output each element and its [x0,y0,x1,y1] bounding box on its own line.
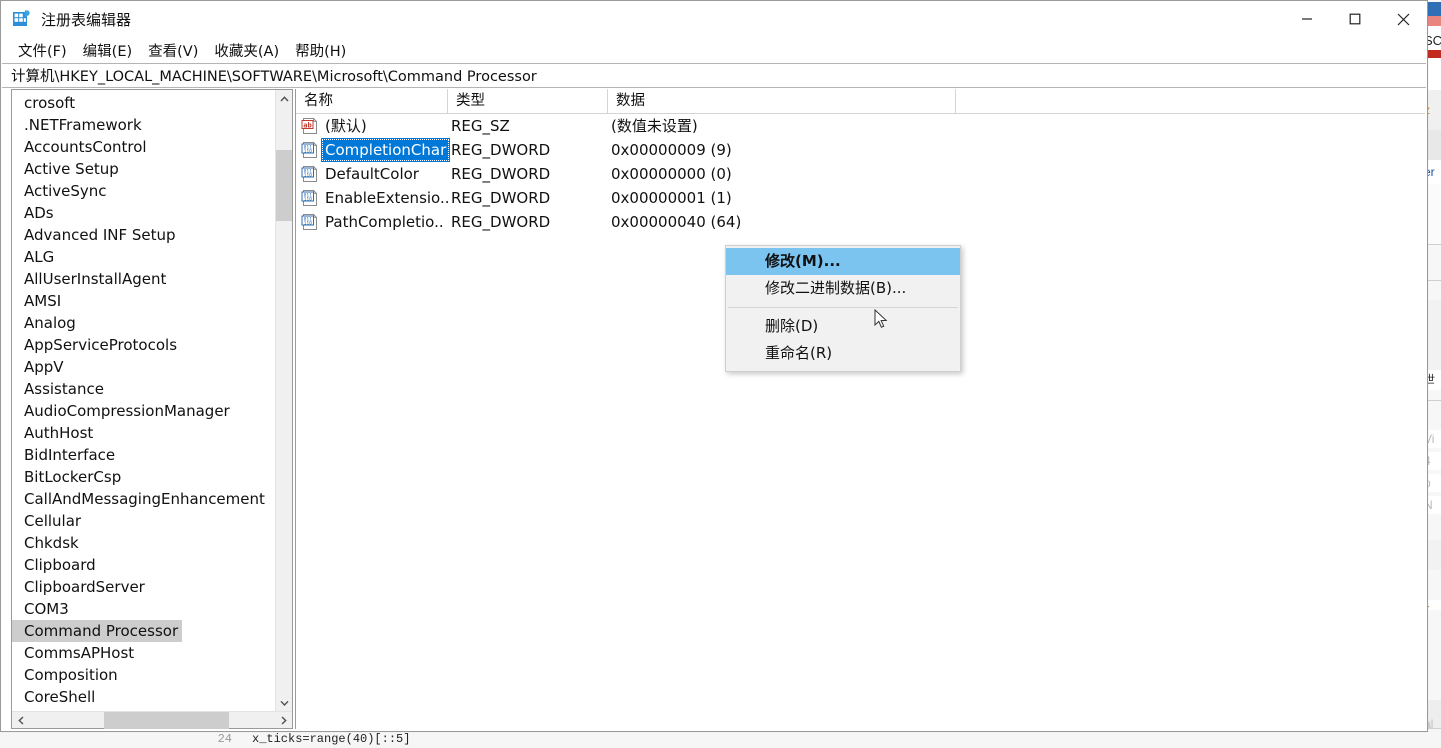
tree-item[interactable]: AppServiceProtocols [12,334,275,356]
context-menu-item[interactable]: 修改(M)... [726,248,960,275]
main-content: crosoft .NETFramework AccountsControl Activ… [1,89,1427,731]
menu-view[interactable]: 查看(V) [140,37,206,64]
value-name: EnableExtensio.. [325,189,450,207]
menu-bar: 文件(F) 编辑(E) 查看(V) 收藏夹(A) 帮助(H) [1,37,1427,63]
svg-text:110: 110 [304,197,313,203]
tree-item[interactable]: AMSI [12,290,275,312]
value-data: 0x00000009 (9) [611,141,732,159]
maximize-button[interactable] [1331,1,1379,37]
tree-item[interactable]: BidInterface [12,444,275,466]
value-type: REG_DWORD [451,141,551,159]
registry-key-list[interactable]: crosoft .NETFramework AccountsControl Activ… [12,90,275,711]
tree-item[interactable]: COM3 [12,598,275,620]
value-name: (默认) [325,117,367,135]
registry-value-row[interactable]: 011 110 PathCompletio.. REG_DWORD 0x000000… [296,210,1425,234]
tree-body: crosoft .NETFramework AccountsControl Activ… [12,90,292,711]
scroll-up-icon[interactable] [276,90,292,107]
dword-value-icon: 011 110 [301,213,319,231]
tree-item[interactable]: Composition [12,664,275,686]
close-button[interactable] [1379,1,1427,37]
dword-value-icon: 011 110 [301,165,319,183]
tree-vertical-scrollbar[interactable] [275,90,292,711]
tree-item[interactable]: Analog [12,312,275,334]
tree-item[interactable]: AppV [12,356,275,378]
tree-horizontal-scrollbar[interactable] [12,711,292,729]
scroll-left-icon[interactable] [12,712,29,729]
column-header-data[interactable]: 数据 [608,89,956,113]
svg-text:ab: ab [303,121,311,129]
tree-item[interactable]: crosoft [12,92,275,114]
tree-item[interactable]: Advanced INF Setup [12,224,275,246]
tree-hscroll-thumb[interactable] [104,712,229,729]
column-header-name[interactable]: 名称 [296,89,448,113]
tree-item[interactable]: CoreShell [12,686,275,708]
context-menu-separator [728,307,958,308]
svg-text:110: 110 [304,149,313,155]
menu-help[interactable]: 帮助(H) [287,37,354,64]
tree-item[interactable]: ADs [12,202,275,224]
registry-key-tree-pane: crosoft .NETFramework AccountsControl Activ… [11,89,293,729]
tree-item[interactable]: ALG [12,246,275,268]
tree-item[interactable]: Command Processor [12,620,183,642]
context-menu-item[interactable]: 重命名(R) [726,340,960,367]
values-column-headers: 名称 类型 数据 [296,89,1425,114]
context-menu-item[interactable]: 删除(D) [726,313,960,340]
string-value-icon: ab [301,117,319,135]
menu-favorites[interactable]: 收藏夹(A) [206,37,287,64]
tree-item[interactable]: AllUserInstallAgent [12,268,275,290]
dword-value-icon: 011 110 [301,141,319,159]
value-data: (数值未设置) [611,117,698,135]
address-bar[interactable]: 计算机\HKEY_LOCAL_MACHINE\SOFTWARE\Microsof… [2,63,1426,88]
tree-item[interactable]: ActiveSync [12,180,275,202]
value-name: DefaultColor [325,165,419,183]
value-data: 0x00000000 (0) [611,165,732,183]
window-title: 注册表编辑器 [41,10,132,29]
tree-item[interactable]: .NETFramework [12,114,275,136]
tree-item[interactable]: ClipboardServer [12,576,275,598]
tree-item[interactable]: Cellular [12,510,275,532]
svg-text:110: 110 [304,221,313,227]
svg-text:110: 110 [304,173,313,179]
registry-values-pane: 名称 类型 数据 ab (默认) REG_SZ (数值未设置) 011 110 Co… [295,89,1425,729]
tree-item[interactable]: Chkdsk [12,532,275,554]
tree-item[interactable]: BitLockerCsp [12,466,275,488]
tree-item[interactable]: CallAndMessagingEnhancement [12,488,275,510]
scroll-down-icon[interactable] [276,694,292,711]
context-menu[interactable]: 修改(M)... 修改二进制数据(B)... 删除(D) 重命名(R) [725,245,961,372]
scroll-right-icon[interactable] [275,712,292,729]
tree-item[interactable]: AuthHost [12,422,275,444]
registry-value-row[interactable]: 011 110 DefaultColor REG_DWORD 0x00000000 … [296,162,1425,186]
dword-value-icon: 011 110 [301,189,319,207]
value-data: 0x00000040 (64) [611,213,742,231]
minimize-button[interactable] [1283,1,1331,37]
registry-editor-window: 注册表编辑器 文件(F) 编辑(E) 查看(V) 收藏夹(A) 帮助(H) 计算… [0,0,1428,732]
tree-item[interactable]: Clipboard [12,554,275,576]
registry-path-text: 计算机\HKEY_LOCAL_MACHINE\SOFTWARE\Microsof… [11,69,537,85]
registry-value-row[interactable]: ab (默认) REG_SZ (数值未设置) [296,114,1425,138]
menu-edit[interactable]: 编辑(E) [75,37,140,64]
tree-item[interactable]: Assistance [12,378,275,400]
tree-item[interactable]: CommsAPHost [12,642,275,664]
registry-values-list[interactable]: ab (默认) REG_SZ (数值未设置) 011 110 CompletionC… [296,114,1425,234]
value-type: REG_DWORD [451,165,551,183]
registry-value-row[interactable]: 011 110 CompletionChar REG_DWORD 0x0000000… [296,138,1425,162]
registry-value-row[interactable]: 011 110 EnableExtensio.. REG_DWORD 0x00000… [296,186,1425,210]
value-name: PathCompletio.. [325,213,444,231]
menu-file[interactable]: 文件(F) [10,37,75,64]
context-menu-item[interactable]: 修改二进制数据(B)... [726,275,960,302]
registry-editor-icon [12,9,32,29]
value-type: REG_DWORD [451,189,551,207]
tree-item[interactable]: AccountsControl [12,136,275,158]
window-controls [1283,1,1427,37]
tree-scroll-thumb[interactable] [276,150,292,221]
value-name: CompletionChar [321,138,451,162]
value-data: 0x00000001 (1) [611,189,732,207]
tree-item[interactable]: AudioCompressionManager [12,400,275,422]
value-type: REG_SZ [451,117,510,135]
column-header-type[interactable]: 类型 [448,89,608,113]
value-type: REG_DWORD [451,213,551,231]
title-bar[interactable]: 注册表编辑器 [1,1,1427,37]
tree-item[interactable]: Active Setup [12,158,275,180]
